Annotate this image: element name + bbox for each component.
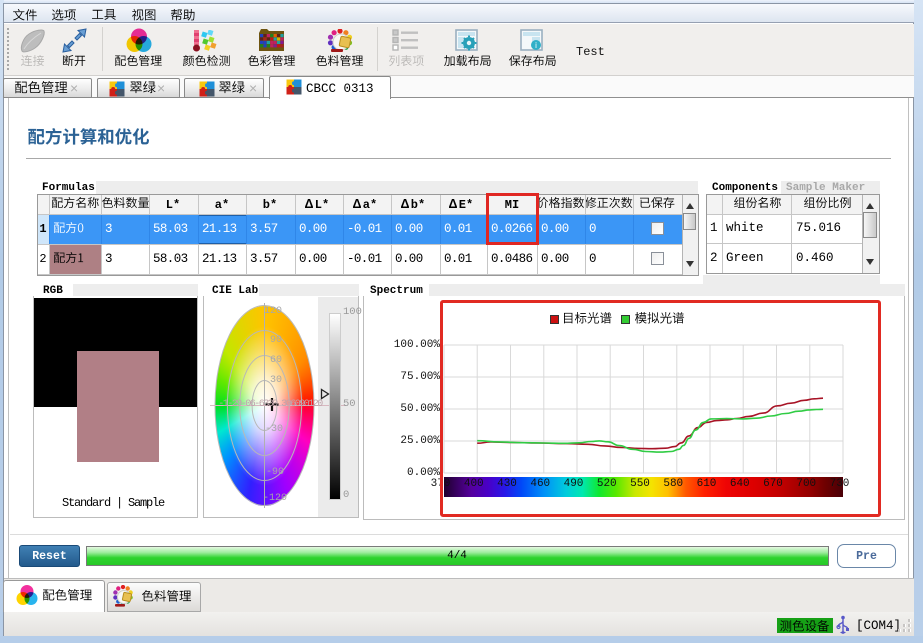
svg-text:i: i [535,41,537,50]
